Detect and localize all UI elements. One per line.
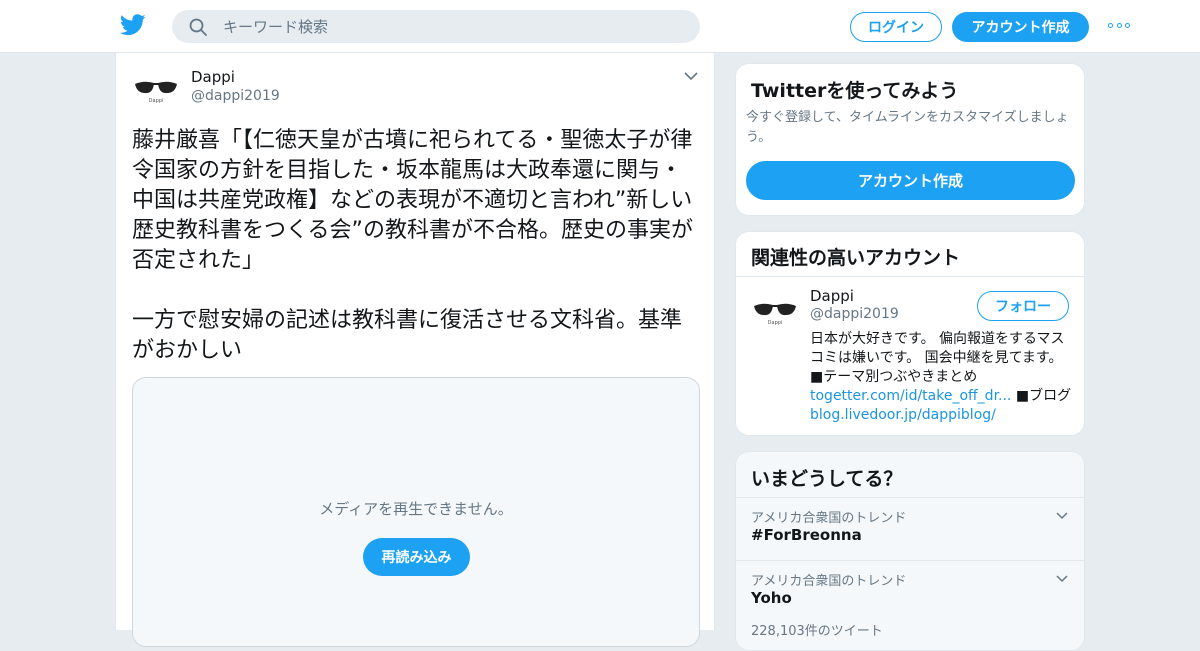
author-name[interactable]: Dappi (191, 68, 235, 86)
more-dots-icon[interactable] (1108, 23, 1130, 29)
signup-card-title: Twitterを使ってみよう (751, 80, 959, 102)
avatar[interactable]: Dappi (132, 65, 180, 113)
top-navigation-bar: ログイン アカウント作成 (0, 0, 1200, 53)
bio-text-mid: ■ブログ (1011, 388, 1072, 404)
media-error-message: メディアを再生できません。 (319, 500, 513, 518)
follow-button[interactable]: フォロー (977, 291, 1069, 321)
bio-text: 日本が大好きです。 偏向報道をするマスコミは嫌いです。 国会中継を見てます。 ■… (810, 331, 1065, 385)
signup-button[interactable]: アカウント作成 (952, 12, 1089, 42)
tweet-text: 藤井厳喜「【仁徳天皇が古墳に祀られてる・聖徳太子が律令国家の方針を目指した・坂本… (132, 128, 693, 363)
search-bar[interactable] (172, 10, 700, 43)
trend-context: アメリカ合衆国のトレンド (751, 574, 907, 589)
related-accounts-card: 関連性の高いアカウント Dappi Dappi @dappi2019 フォロー … (735, 231, 1085, 436)
divider (736, 276, 1084, 277)
related-accounts-title: 関連性の高いアカウント (751, 247, 961, 269)
trend-item[interactable]: アメリカ合衆国のトレンド Yoho 228,103件のツイート (736, 561, 1084, 639)
trends-card: いまどうしてる？ アメリカ合衆国のトレンド #ForBreonna アメリカ合衆… (735, 451, 1085, 651)
svg-text:Dappi: Dappi (768, 320, 783, 326)
related-account-handle[interactable]: @dappi2019 (810, 306, 899, 322)
tweet-column: Dappi Dappi @dappi2019 藤井厳喜「【仁徳天皇が古墳に祀られ… (115, 53, 715, 647)
author-handle[interactable]: @dappi2019 (191, 88, 280, 104)
signup-card: Twitterを使ってみよう 今すぐ登録して、タイムラインをカスタマイズしましょ… (735, 63, 1085, 216)
signup-card-button[interactable]: アカウント作成 (746, 161, 1075, 200)
avatar[interactable]: Dappi (751, 287, 799, 335)
media-player[interactable]: メディアを再生できません。 再読み込み (132, 377, 700, 647)
trend-name[interactable]: #ForBreonna (751, 526, 862, 544)
chevron-down-icon[interactable] (684, 71, 698, 81)
bio-link-blog[interactable]: blog.livedoor.jp/dappiblog/ (810, 407, 996, 423)
reload-button[interactable]: 再読み込み (363, 538, 470, 576)
related-account-name[interactable]: Dappi (810, 287, 854, 305)
login-button[interactable]: ログイン (850, 12, 942, 42)
sunglasses-avatar-icon: Dappi (754, 303, 796, 326)
svg-text:Dappi: Dappi (149, 98, 164, 104)
bio-link-togetter[interactable]: togetter.com/id/take_off_dr... (810, 388, 1011, 404)
search-icon (189, 18, 207, 36)
chevron-down-icon[interactable] (1056, 512, 1068, 520)
trend-context: アメリカ合衆国のトレンド (751, 511, 907, 526)
chevron-down-icon[interactable] (1056, 575, 1068, 583)
trends-title: いまどうしてる？ (751, 468, 903, 490)
trend-name[interactable]: Yoho (751, 589, 792, 607)
sunglasses-avatar-icon: Dappi (135, 81, 177, 104)
search-input[interactable] (223, 17, 663, 36)
signup-card-description: 今すぐ登録して、タイムラインをカスタマイズしましょう。 (746, 110, 1069, 145)
twitter-bird-icon[interactable] (120, 14, 146, 36)
trend-item[interactable]: アメリカ合衆国のトレンド #ForBreonna (736, 498, 1084, 560)
related-account-bio: 日本が大好きです。 偏向報道をするマスコミは嫌いです。 国会中継を見てます。 ■… (810, 330, 1076, 425)
